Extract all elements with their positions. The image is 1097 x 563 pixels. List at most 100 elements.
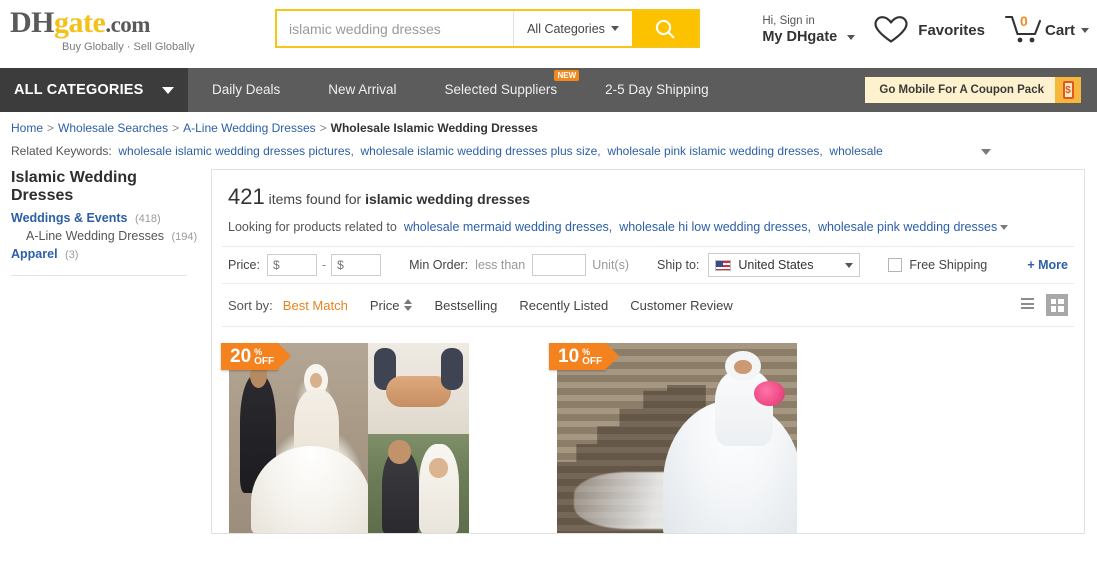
breadcrumb-current: Wholesale Islamic Wedding Dresses (330, 121, 538, 135)
expand-keywords-chevron-down-icon[interactable] (981, 149, 991, 155)
sort-option-label: Bestselling (434, 297, 498, 313)
discount-suffix: % OFF (254, 347, 274, 366)
photo-bouquet (753, 381, 785, 406)
sort-bar: Sort by: Best Match Price Bestselling Re… (222, 284, 1074, 327)
results-panel: 421 items found for islamic wedding dres… (211, 169, 1085, 534)
signin-greeting: Hi, Sign in (762, 14, 815, 27)
min-order-prefix: less than (475, 258, 526, 272)
nav-item-new-arrival[interactable]: New Arrival (304, 68, 420, 112)
search-icon (655, 19, 675, 38)
results-count: 421 (228, 184, 265, 209)
us-flag-icon (715, 259, 732, 271)
ship-to-select[interactable]: United States (708, 253, 861, 277)
nav-item-selected-suppliers[interactable]: Selected Suppliers NEW (421, 68, 582, 112)
search-category-select[interactable]: All Categories (513, 11, 632, 46)
discount-value: 20 (230, 346, 252, 367)
breadcrumb-item-home[interactable]: Home (11, 121, 43, 135)
all-categories-label: ALL CATEGORIES (14, 82, 144, 98)
looking-for-link[interactable]: wholesale hi low wedding dresses, (619, 220, 811, 234)
sidebar-item-a-line-wedding-dresses[interactable]: A-Line Wedding Dresses (194) (11, 229, 201, 243)
account-block[interactable]: Hi, Sign in My DHgate (762, 14, 856, 47)
photo-pane-couple (368, 434, 469, 533)
logo-gate: gate (54, 6, 106, 39)
product-grid: 20 % OFF 10 % OFF (212, 327, 1084, 533)
free-shipping-checkbox[interactable] (888, 258, 903, 272)
favorites-button[interactable]: Favorites (871, 14, 985, 46)
sort-option-price[interactable]: Price (370, 298, 413, 313)
heart-icon (874, 16, 908, 43)
ship-to-value: United States (738, 258, 814, 272)
search-input[interactable] (277, 11, 513, 46)
list-view-button[interactable] (1016, 294, 1038, 316)
product-image[interactable] (229, 343, 469, 533)
related-keyword-link[interactable]: wholesale (829, 144, 882, 158)
related-keywords-row: Related Keywords: wholesale islamic wedd… (11, 144, 1097, 158)
nav-item-daily-deals[interactable]: Daily Deals (188, 68, 304, 112)
price-min-input[interactable] (266, 254, 317, 276)
related-keyword-link[interactable]: wholesale pink islamic wedding dresses, (607, 144, 822, 158)
page-title: Islamic Wedding Dresses (11, 169, 137, 204)
sort-by-label: Sort by: (228, 297, 273, 313)
looking-for-row: Looking for products related to wholesal… (228, 220, 1068, 234)
search-button[interactable] (632, 11, 698, 46)
nav-item-2-5-day-shipping[interactable]: 2-5 Day Shipping (581, 68, 733, 112)
cart-count-badge: 0 (1019, 13, 1028, 29)
sidebar-item-apparel[interactable]: Apparel (3) (11, 247, 201, 261)
main-nav: ALL CATEGORIES Daily Deals New Arrival S… (0, 68, 1097, 112)
new-badge: NEW (554, 70, 580, 81)
view-toggles (1008, 294, 1068, 316)
looking-for-link[interactable]: wholesale mermaid wedding dresses, (404, 220, 612, 234)
sort-option-customer-review[interactable]: Customer Review (630, 298, 733, 313)
price-range-dash: - (321, 258, 327, 272)
all-categories-button[interactable]: ALL CATEGORIES (0, 68, 188, 112)
related-keyword-link[interactable]: wholesale islamic wedding dresses pictur… (118, 144, 353, 158)
price-max-input[interactable] (331, 254, 382, 276)
cart-button[interactable]: 0 Cart (1003, 13, 1089, 47)
mobile-dollar-icon: $ (1062, 81, 1074, 99)
coupon-banner[interactable]: Go Mobile For A Coupon Pack $ (865, 77, 1081, 103)
breadcrumb-item-wholesale-searches[interactable]: Wholesale Searches (58, 121, 168, 135)
min-order-input[interactable] (532, 254, 587, 276)
logo-dh: DH (10, 6, 55, 39)
list-view-icon (1020, 298, 1034, 312)
sort-option-bestselling[interactable]: Bestselling (434, 298, 497, 313)
favorites-label: Favorites (918, 21, 985, 39)
free-shipping-label: Free Shipping (909, 258, 988, 272)
nav-item-label: New Arrival (328, 82, 397, 97)
more-filters-button[interactable]: + More (1027, 258, 1068, 272)
chevron-down-icon (1081, 27, 1089, 33)
page-root: DHgate.com Buy Globally · Sell Globally … (0, 0, 1097, 563)
my-dhgate-menu[interactable]: My DHgate (762, 28, 856, 46)
breadcrumb-item-a-line-wedding-dresses[interactable]: A-Line Wedding Dresses (183, 121, 316, 135)
sidebar-divider (11, 275, 187, 276)
breadcrumb-separator: > (319, 121, 327, 135)
grid-view-button[interactable] (1046, 294, 1068, 316)
sort-option-best-match[interactable]: Best Match (283, 298, 348, 313)
nav-items: Daily Deals New Arrival Selected Supplie… (188, 68, 733, 112)
discount-value: 10 (558, 346, 580, 367)
expand-looking-chevron-down-icon[interactable] (1000, 225, 1009, 231)
product-photo (557, 343, 797, 533)
coupon-label: Go Mobile For A Coupon Pack (865, 77, 1056, 103)
breadcrumb-separator: > (47, 121, 55, 135)
sidebar-item-label[interactable]: Weddings & Events (11, 211, 127, 225)
photo-pane-hands (368, 343, 469, 435)
sort-option-recently-listed[interactable]: Recently Listed (519, 298, 608, 313)
product-card[interactable]: 20 % OFF (221, 343, 469, 533)
sidebar-item-weddings-events[interactable]: Weddings & Events (418) (11, 211, 201, 225)
price-filter-label: Price: (228, 258, 260, 272)
product-card[interactable]: 10 % OFF (549, 343, 797, 533)
sort-arrows-icon (404, 299, 413, 311)
results-keyword: islamic wedding dresses (365, 191, 531, 207)
results-count-suffix: items found for (268, 191, 362, 207)
sidebar-item-label[interactable]: A-Line Wedding Dresses (26, 229, 164, 243)
photo-pane-left (229, 343, 371, 533)
product-image[interactable] (557, 343, 797, 533)
free-shipping-filter[interactable]: Free Shipping (888, 258, 987, 272)
related-keyword-link[interactable]: wholesale islamic wedding dresses plus s… (361, 144, 601, 158)
looking-for-link[interactable]: wholesale pink wedding dresses (818, 220, 997, 234)
discount-suffix: % OFF (582, 347, 602, 366)
site-logo[interactable]: DHgate.com Buy Globally · Sell Globally (10, 6, 240, 54)
product-photo-collage (229, 343, 469, 533)
sidebar-item-label[interactable]: Apparel (11, 247, 58, 261)
